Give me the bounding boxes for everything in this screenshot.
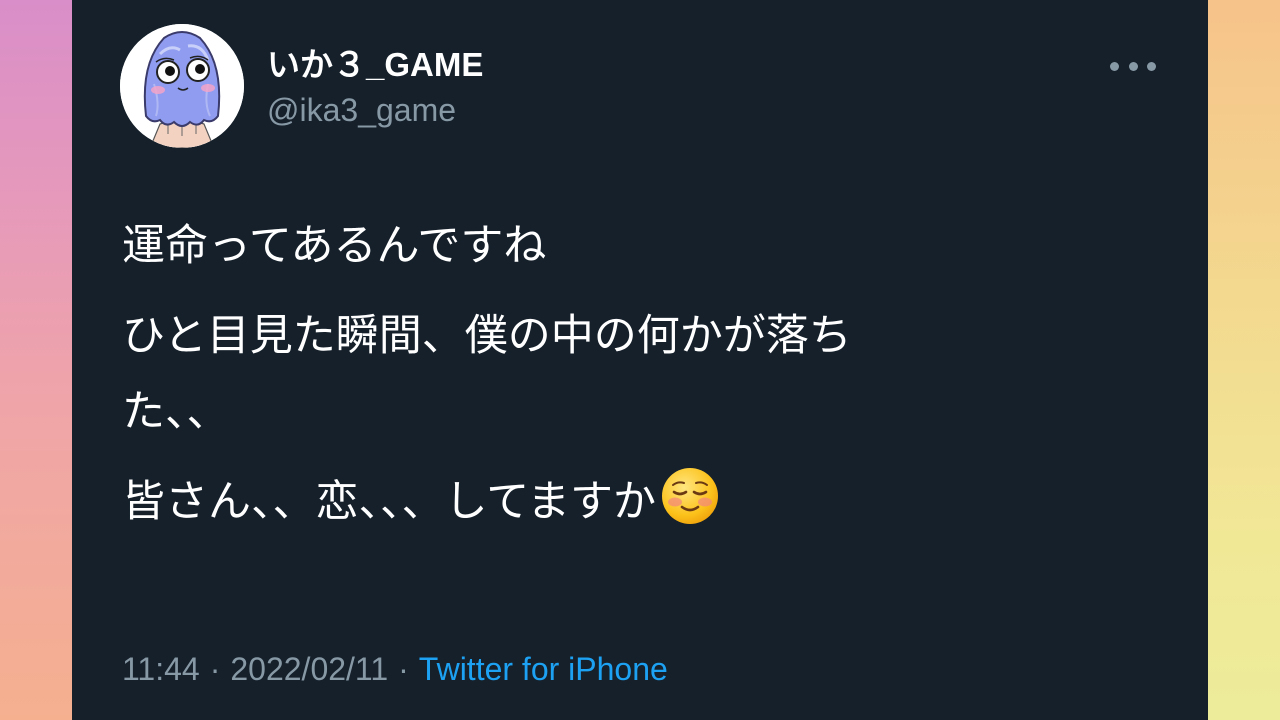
tweet-text-line-part: 皆さん、、恋、、、してますか <box>122 477 657 527</box>
meta-separator: · <box>398 651 409 687</box>
more-options-button[interactable] <box>1110 54 1156 78</box>
tweet-source-link[interactable]: Twitter for iPhone <box>419 651 668 687</box>
smiling-face-emoji-icon <box>662 468 719 524</box>
squid-avatar-icon <box>120 24 244 148</box>
background-gradient-left <box>0 0 72 720</box>
more-horizontal-icon-dot <box>1128 61 1138 71</box>
tweet-text-line: ひと目見た瞬間、僕の中の何かが落ち た、、 <box>122 298 1042 450</box>
avatar[interactable] <box>120 24 244 148</box>
tweet-text-line-part: た、、 <box>122 387 230 437</box>
more-horizontal-icon-dot <box>1110 61 1119 71</box>
tweet-date: 2022/02/11 <box>230 651 389 687</box>
more-horizontal-icon-dot <box>1147 61 1156 71</box>
tweet-metadata: 11:44 · 2022/02/11 · Twitter for iPhone <box>122 648 668 690</box>
meta-separator: · <box>209 651 221 687</box>
tweet-text: 運命ってあるんですね ひと目見た瞬間、僕の中の何かが落ち た、、 皆さん、、恋、、… <box>122 208 1042 540</box>
tweet-text-line: 運命ってあるんですね <box>122 221 547 271</box>
background-gradient-right <box>1208 0 1280 720</box>
tweet-time: 11:44 <box>122 651 200 687</box>
tweet-text-line: 皆さん、、恋、、、してますか <box>122 464 1042 540</box>
tweet-card: いか３_GAME @ika3_game 運命ってあるんですね ひと目見た瞬間、僕… <box>72 0 1208 720</box>
tweet-text-line-part: ひと目見た瞬間、僕の中の何かが落ち <box>122 311 852 361</box>
author-display-name[interactable]: いか３_GAME <box>267 44 483 86</box>
author-handle[interactable]: @ika3_game <box>267 90 456 130</box>
